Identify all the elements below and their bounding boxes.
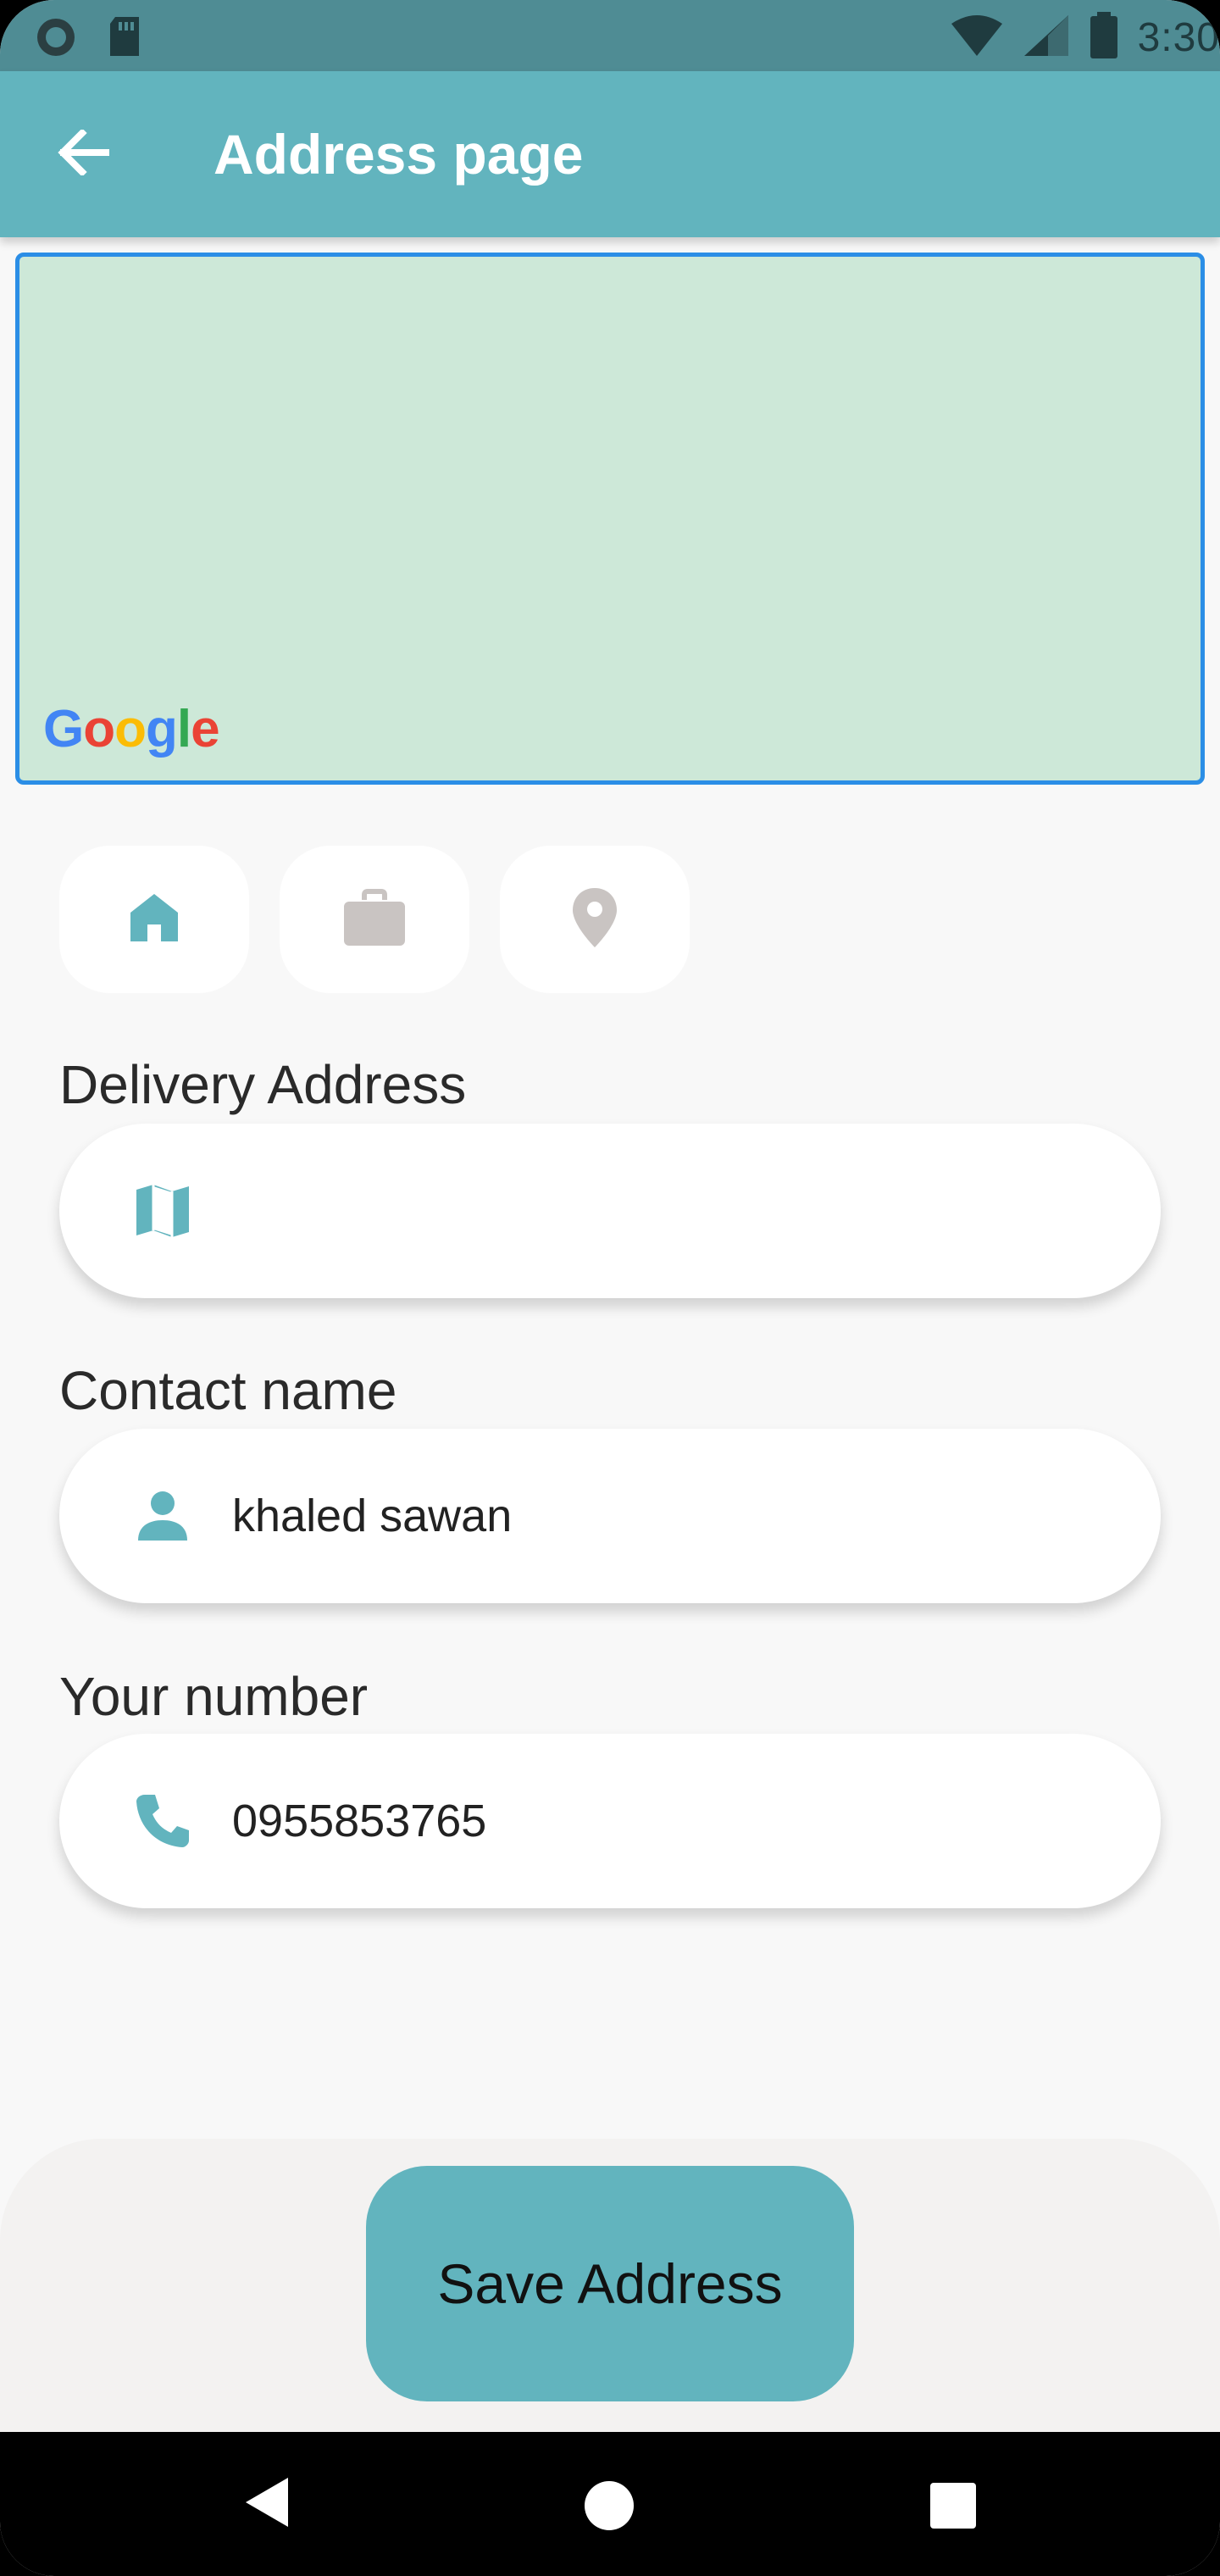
- delivery-address-field[interactable]: [59, 1124, 1161, 1298]
- phone-number-field[interactable]: 0955853765: [59, 1734, 1161, 1908]
- system-navigation-bar: [0, 2432, 1220, 2576]
- arrow-back-icon: [57, 127, 109, 180]
- briefcase-icon: [342, 888, 407, 952]
- notification-dot-icon: [34, 15, 78, 64]
- bottom-panel: Save Address: [0, 2139, 1220, 2432]
- cellular-signal-icon: [1023, 14, 1070, 62]
- app-bar: Address page: [0, 71, 1220, 237]
- nav-back-icon[interactable]: [242, 2474, 291, 2534]
- contact-name-label: Contact name: [59, 1360, 397, 1421]
- save-address-button[interactable]: Save Address: [366, 2166, 854, 2401]
- address-type-selector: [59, 846, 690, 993]
- map-icon: [127, 1177, 198, 1245]
- battery-icon: [1089, 12, 1119, 64]
- google-logo: Google: [43, 700, 220, 758]
- wifi-icon: [950, 14, 1004, 62]
- status-time: 3:30: [1137, 15, 1220, 60]
- phone-number-label: Your number: [59, 1666, 369, 1727]
- page-title: Address page: [214, 123, 584, 186]
- map-view[interactable]: Google: [15, 253, 1205, 785]
- person-icon: [127, 1482, 198, 1550]
- nav-recent-apps-icon[interactable]: [930, 2483, 976, 2529]
- home-type-button[interactable]: [59, 846, 249, 993]
- contact-name-value: khaled sawan: [232, 1491, 513, 1541]
- back-button[interactable]: [42, 120, 124, 188]
- status-icons-left: [34, 15, 142, 64]
- delivery-address-label: Delivery Address: [59, 1054, 467, 1115]
- status-icons-right: 3:30: [950, 12, 1220, 64]
- work-type-button[interactable]: [280, 846, 469, 993]
- sd-card-icon: [107, 15, 142, 64]
- phone-number-value: 0955853765: [232, 1796, 487, 1846]
- other-type-button[interactable]: [500, 846, 690, 993]
- home-icon: [127, 891, 181, 949]
- location-pin-icon: [571, 886, 618, 953]
- nav-home-icon[interactable]: [585, 2481, 634, 2530]
- contact-name-field[interactable]: khaled sawan: [59, 1429, 1161, 1603]
- status-bar: 3:30: [0, 0, 1220, 71]
- phone-icon: [127, 1787, 198, 1855]
- screen: 3:30 Address page Google Delivery Addres…: [0, 0, 1220, 2576]
